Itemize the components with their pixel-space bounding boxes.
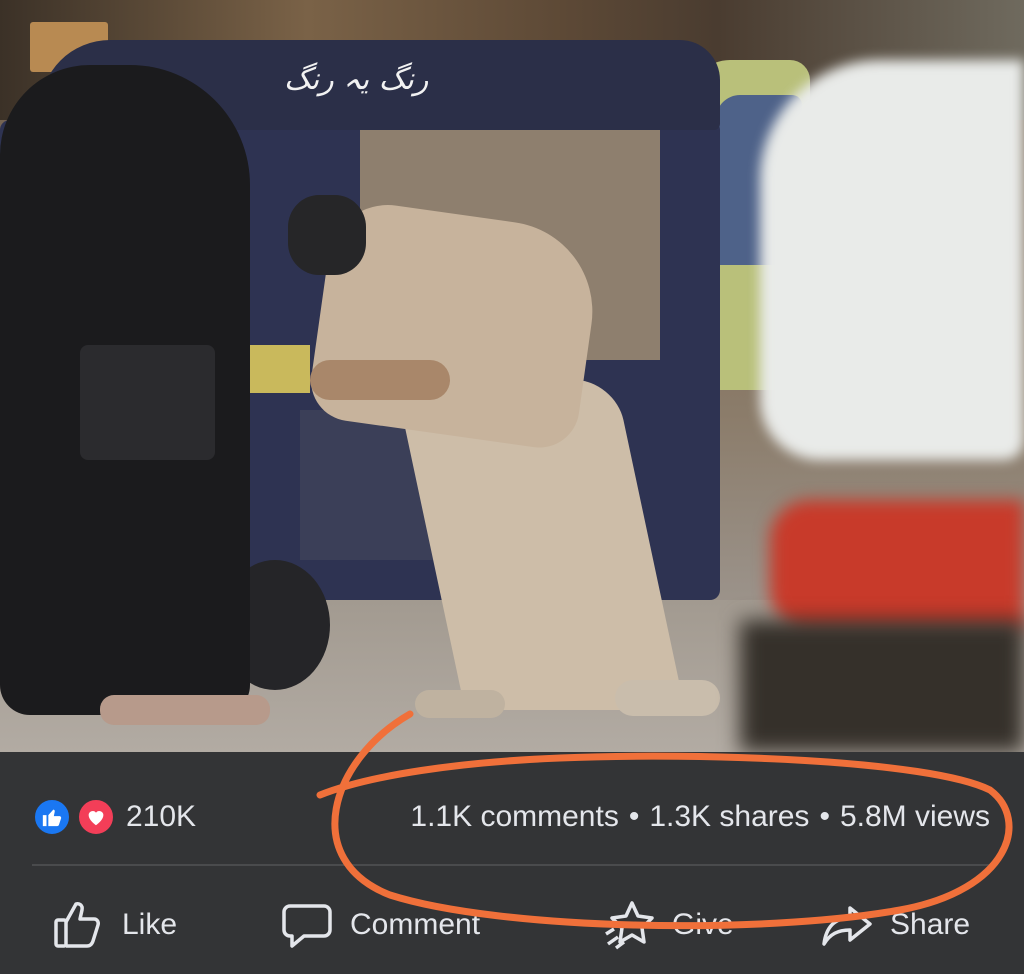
man-shoe	[615, 680, 720, 716]
divider	[32, 864, 992, 866]
blurred-motorbike	[770, 500, 1024, 630]
rickshaw-roof-text: رنگ یہ رنگ	[284, 62, 429, 97]
comment-label: Comment	[350, 908, 481, 941]
shares-count[interactable]: 1.3K shares	[649, 800, 809, 833]
star-icon	[602, 898, 656, 952]
views-count: 5.8M views	[839, 800, 990, 833]
separator-dot: •	[628, 800, 640, 833]
comments-count[interactable]: 1.1K comments	[410, 800, 618, 833]
like-button[interactable]: Like	[52, 890, 177, 960]
blurred-passerby	[760, 60, 1024, 460]
thumbs-up-icon	[52, 898, 106, 952]
comment-bubble-icon	[280, 898, 334, 952]
give-button[interactable]: Give	[602, 890, 734, 960]
woman-feet	[100, 695, 270, 725]
man-head	[288, 195, 366, 275]
man-arm	[310, 360, 450, 400]
engagement-stats: 1.1K comments • 1.3K shares • 5.8M views	[410, 800, 990, 834]
separator-dot: •	[819, 800, 830, 833]
reaction-count[interactable]: 210K	[126, 800, 196, 834]
reaction-icons[interactable]	[32, 797, 118, 837]
video-frame[interactable]: رنگ یہ رنگ	[0, 0, 1024, 752]
like-label: Like	[122, 908, 178, 941]
handbag	[80, 345, 215, 460]
like-reaction-icon	[32, 797, 72, 837]
give-label: Give	[672, 908, 734, 941]
share-button[interactable]: Share	[820, 890, 970, 960]
man-shoe	[415, 690, 505, 718]
love-reaction-icon	[76, 797, 116, 837]
share-label: Share	[890, 908, 971, 941]
blurred-foreground	[740, 620, 1024, 752]
comment-button[interactable]: Comment	[280, 890, 480, 960]
share-arrow-icon	[820, 898, 874, 952]
